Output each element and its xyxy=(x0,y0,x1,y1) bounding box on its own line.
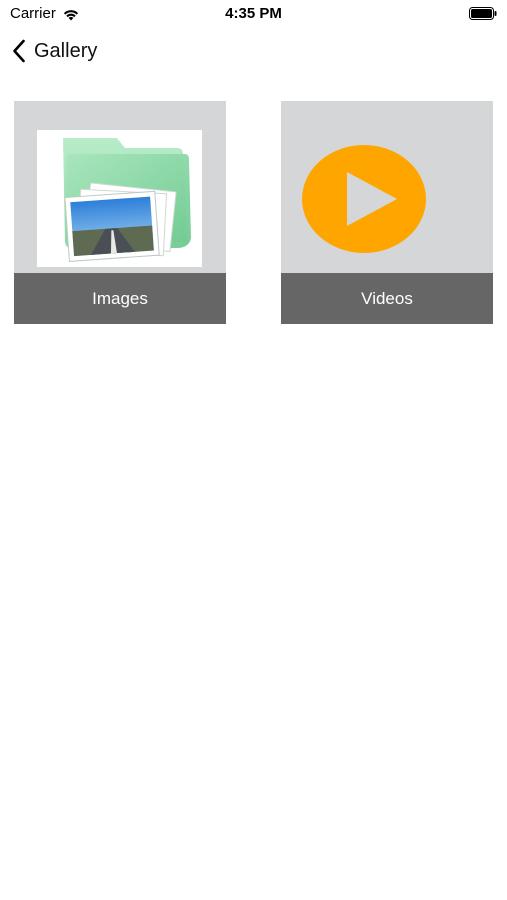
battery-icon xyxy=(469,7,497,20)
navigation-bar: Gallery xyxy=(0,30,507,74)
play-icon xyxy=(302,145,426,253)
tile-caption-images: Images xyxy=(14,273,226,324)
status-time: 4:35 PM xyxy=(225,5,282,22)
status-bar: Carrier 4:35 PM xyxy=(0,0,507,30)
gallery-tile-videos[interactable]: Videos xyxy=(281,101,493,324)
image-folder-icon xyxy=(37,130,202,267)
chevron-left-icon xyxy=(13,39,25,63)
gallery-tile-images[interactable]: Images xyxy=(14,101,226,324)
tile-caption-videos: Videos xyxy=(281,273,493,324)
back-button[interactable]: Gallery xyxy=(12,39,97,63)
back-label: Gallery xyxy=(34,39,98,62)
